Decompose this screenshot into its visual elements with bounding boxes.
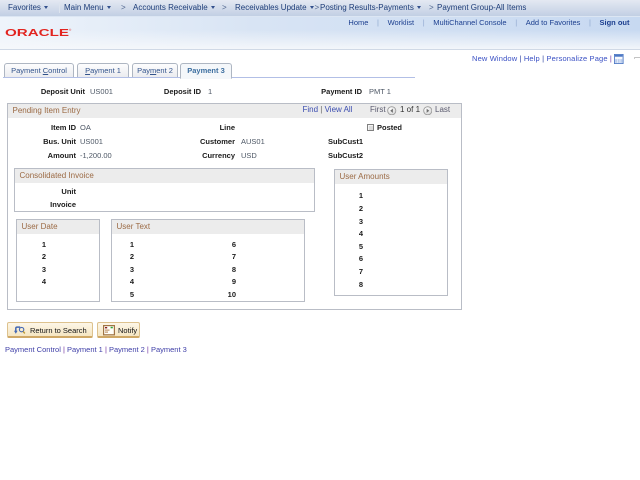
svg-text:®: ® bbox=[69, 28, 72, 32]
svg-text:ORACLE: ORACLE bbox=[5, 28, 69, 38]
